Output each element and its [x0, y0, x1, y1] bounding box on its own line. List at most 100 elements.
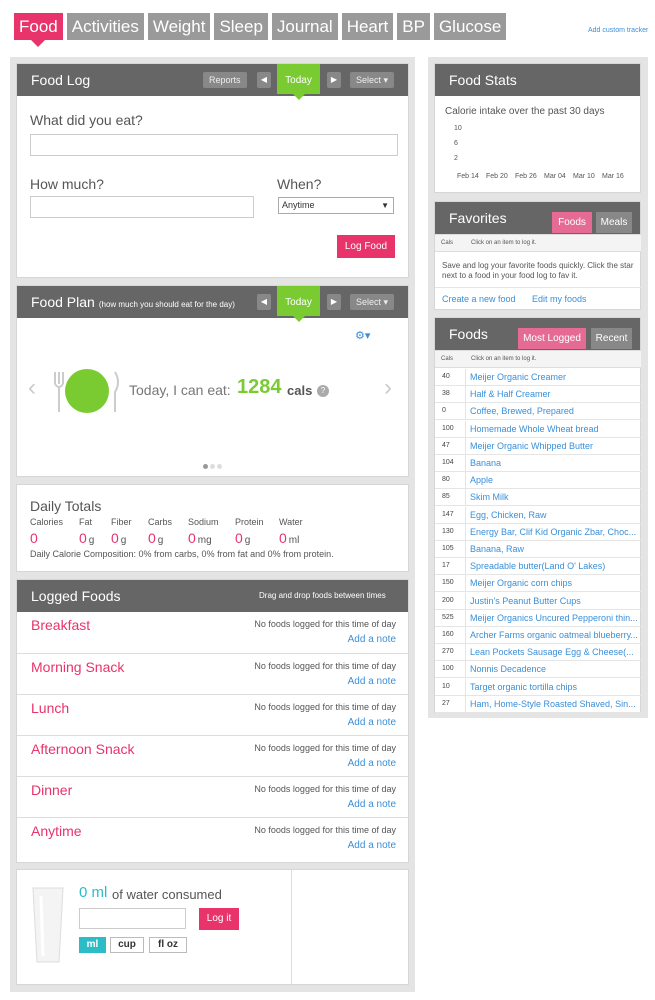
add-note-link[interactable]: Add a note — [348, 634, 396, 645]
next-day-button[interactable]: ▶ — [327, 72, 341, 88]
food-calories: 147 — [442, 510, 454, 518]
favorites-meals-tab[interactable]: Meals — [596, 212, 632, 233]
edit-foods-link[interactable]: Edit my foods — [532, 294, 587, 304]
most-logged-tab[interactable]: Most Logged — [518, 328, 586, 349]
col-hint: Click on an item to log it. — [471, 240, 537, 246]
select-dropdown[interactable]: Select ▾ — [350, 72, 395, 88]
select-dropdown[interactable]: Select ▾ — [350, 294, 395, 310]
food-row[interactable]: 105 Banana, Raw — [435, 541, 641, 558]
chevron-right-icon[interactable]: › — [384, 374, 392, 402]
prev-day-button[interactable]: ◀ — [257, 72, 271, 88]
food-name-link[interactable]: Ham, Home-Style Roasted Shaved, Sin... — [470, 699, 638, 709]
food-row[interactable]: 200 Justin's Peanut Butter Cups — [435, 592, 641, 610]
when-value: Anytime — [282, 200, 315, 210]
food-row[interactable]: 10 Target organic tortilla chips — [435, 678, 641, 696]
food-name-link[interactable]: Apple — [470, 475, 638, 485]
tab-weight[interactable]: Weight — [147, 13, 211, 40]
food-name-link[interactable]: Meijer Organics Uncured Pepperoni thin..… — [470, 613, 638, 623]
add-note-link[interactable]: Add a note — [348, 758, 396, 769]
food-stats-header: Food Stats — [435, 64, 640, 96]
today-button[interactable]: Today — [277, 286, 320, 322]
food-name-link[interactable]: Energy Bar, Clif Kid Organic Zbar, Choc.… — [470, 527, 638, 537]
add-note-link[interactable]: Add a note — [348, 840, 396, 851]
dot[interactable] — [210, 464, 215, 469]
food-name-link[interactable]: Meijer Organic Creamer — [470, 372, 638, 382]
log-water-button[interactable]: Log it — [199, 908, 239, 930]
tab-journal[interactable]: Journal — [271, 13, 338, 40]
food-name-link[interactable]: Banana, Raw — [470, 544, 638, 554]
food-row[interactable]: 47 Meijer Organic Whipped Butter — [435, 437, 641, 455]
food-name-link[interactable]: Homemade Whole Wheat bread — [470, 424, 638, 434]
prev-day-button[interactable]: ◀ — [257, 294, 271, 310]
food-row[interactable]: 104 Banana — [435, 455, 641, 472]
quantity-input[interactable] — [30, 196, 254, 218]
food-name-link[interactable]: Banana — [470, 458, 638, 468]
food-row[interactable]: 100 Homemade Whole Wheat bread — [435, 420, 641, 438]
food-row[interactable]: 130 Energy Bar, Clif Kid Organic Zbar, Ch… — [435, 523, 641, 541]
food-row[interactable]: 100 Nonnis Decadence — [435, 661, 641, 679]
add-custom-tracker-link[interactable]: Add custom tracker — [588, 27, 648, 34]
food-name-link[interactable]: Target organic tortilla chips — [470, 682, 638, 692]
tab-glucose[interactable]: Glucose — [433, 13, 507, 40]
nutrient-value: 0g — [111, 530, 126, 546]
next-day-button[interactable]: ▶ — [327, 294, 341, 310]
food-row[interactable]: 27 Ham, Home-Style Roasted Shaved, Sin... — [435, 695, 641, 713]
favorites-foods-tab[interactable]: Foods — [552, 212, 592, 233]
food-name-link[interactable]: Egg, Chicken, Raw — [470, 510, 638, 520]
food-name-link[interactable]: Nonnis Decadence — [470, 664, 638, 674]
chevron-left-icon[interactable]: ‹ — [28, 374, 36, 402]
meal-row: Lunch No foods logged for this time of d… — [17, 694, 408, 735]
food-name-link[interactable]: Spreadable butter(Land O' Lakes) — [470, 561, 638, 571]
unit-cup-button[interactable]: cup — [110, 937, 144, 953]
tab-food[interactable]: Food — [14, 13, 63, 47]
food-row[interactable]: 0 Coffee, Brewed, Prepared — [435, 403, 641, 421]
food-row[interactable]: 40 Meijer Organic Creamer — [435, 369, 641, 386]
add-note-link[interactable]: Add a note — [348, 799, 396, 810]
no-foods-text: No foods logged for this time of day — [254, 619, 396, 629]
add-note-link[interactable]: Add a note — [348, 676, 396, 687]
tab-heart[interactable]: Heart — [341, 13, 394, 40]
dropdown-arrow-icon: ▼ — [381, 201, 389, 210]
when-select[interactable]: Anytime ▼ — [278, 197, 394, 214]
dot[interactable] — [217, 464, 222, 469]
food-name-link[interactable]: Half & Half Creamer — [470, 389, 638, 399]
food-name-link[interactable]: Skim Milk — [470, 492, 638, 502]
meal-row: Dinner No foods logged for this time of … — [17, 776, 408, 817]
food-name-link[interactable]: Justin's Peanut Butter Cups — [470, 596, 638, 606]
food-row[interactable]: 38 Half & Half Creamer — [435, 386, 641, 404]
create-food-link[interactable]: Create a new food — [442, 294, 516, 304]
dot[interactable] — [203, 464, 208, 469]
info-icon[interactable]: ? — [317, 385, 329, 397]
unit-ml-button[interactable]: ml — [79, 937, 106, 953]
carousel-dots[interactable] — [203, 464, 222, 469]
food-calories: 200 — [442, 596, 454, 604]
food-name-link[interactable]: Coffee, Brewed, Prepared — [470, 406, 638, 416]
food-row[interactable]: 147 Egg, Chicken, Raw — [435, 506, 641, 524]
food-row[interactable]: 17 Spreadable butter(Land O' Lakes) — [435, 558, 641, 576]
food-name-link[interactable]: Meijer Organic Whipped Butter — [470, 441, 638, 451]
add-note-link[interactable]: Add a note — [348, 717, 396, 728]
food-row[interactable]: 270 Lean Pockets Sausage Egg & Cheese(... — [435, 644, 641, 662]
tab-bp[interactable]: BP — [397, 13, 430, 40]
food-row[interactable]: 85 Skim Milk — [435, 489, 641, 507]
reports-button[interactable]: Reports — [203, 72, 247, 88]
nutrient-label: Sodium — [188, 517, 219, 527]
food-name-link[interactable]: Lean Pockets Sausage Egg & Cheese(... — [470, 647, 638, 657]
food-row[interactable]: 525 Meijer Organics Uncured Pepperoni thi… — [435, 609, 641, 627]
food-calories: 47 — [442, 441, 450, 449]
today-button[interactable]: Today — [277, 64, 320, 100]
tab-sleep[interactable]: Sleep — [214, 13, 268, 40]
unit-floz-button[interactable]: fl oz — [149, 937, 187, 953]
food-row[interactable]: 80 Apple — [435, 472, 641, 490]
gear-icon[interactable]: ⚙▾ — [355, 329, 370, 342]
food-row[interactable]: 150 Meijer Organic corn chips — [435, 575, 641, 593]
tab-activities[interactable]: Activities — [66, 13, 144, 40]
divider — [465, 420, 466, 438]
food-row[interactable]: 160 Archer Farms organic oatmeal blueberr… — [435, 627, 641, 644]
recent-tab[interactable]: Recent — [591, 328, 632, 349]
log-food-button[interactable]: Log Food — [337, 235, 395, 258]
water-amount-input[interactable] — [79, 908, 186, 929]
food-search-input[interactable] — [30, 134, 398, 156]
food-name-link[interactable]: Archer Farms organic oatmeal blueberry..… — [470, 630, 638, 640]
food-name-link[interactable]: Meijer Organic corn chips — [470, 578, 638, 588]
